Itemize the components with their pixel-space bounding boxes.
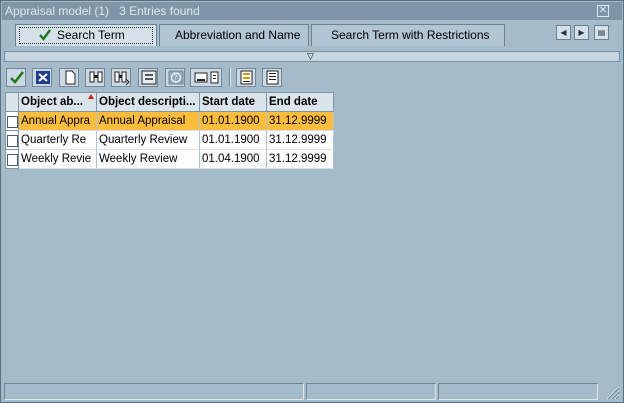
toolbar: ? [4,65,620,89]
column-header-label: Object ab... [21,96,83,108]
row-selector[interactable] [5,111,19,131]
tab-search-term-with-restrictions[interactable]: Search Term with Restrictions [311,24,505,46]
dialog-window: Appraisal model (1) 3 Entries found ✕ Se… [0,0,624,403]
row-checkbox[interactable] [7,116,18,128]
tab-list-icon: ▤ [597,28,606,37]
print-button[interactable] [190,68,222,87]
cell-end-date[interactable]: 31.12.9999 [266,130,334,150]
cell-start-date[interactable]: 01.04.1900 [199,149,267,169]
new-document-icon [65,70,76,85]
select-all-cell[interactable] [5,92,19,112]
find-icon [89,71,103,83]
sort-ascending-icon [88,94,94,99]
table-row[interactable]: Annual Appra Annual Appraisal 01.01.1900… [5,111,334,131]
svg-text:?: ? [174,74,178,83]
entries-found-text: 3 Entries found [119,4,200,18]
tab-strip: Search Term Abbreviation and Name Search… [2,20,622,48]
chevron-right-icon: ▶ [578,28,585,37]
row-checkbox[interactable] [7,135,18,147]
cancel-icon [36,71,50,84]
restrictions-splitter[interactable]: ▽ [4,51,620,62]
table-header-row: Object ab... Object descripti... Start d… [5,92,334,112]
cancel-button[interactable] [32,68,52,87]
checkmark-icon [10,71,25,84]
checkmark-icon [39,29,51,41]
print-icon [194,71,219,84]
tab-label: Abbreviation and Name [175,28,301,42]
column-header-label: End date [269,96,318,108]
find-next-button[interactable] [111,68,131,87]
help-button[interactable]: ? [165,68,185,87]
tab-label: Search Term with Restrictions [331,28,490,42]
close-icon[interactable]: ✕ [597,5,609,17]
row-checkbox[interactable] [7,154,18,166]
row-selector[interactable] [5,149,19,169]
status-field-2 [306,383,436,400]
cell-object-description[interactable]: Annual Appraisal [96,111,200,131]
cell-end-date[interactable]: 31.12.9999 [266,149,334,169]
new-entry-button[interactable] [59,68,79,87]
status-bar [2,383,622,401]
expand-arrow-icon[interactable]: ▽ [307,52,314,61]
window-title-text: Appraisal model (1) [5,4,110,18]
help-icon: ? [168,70,184,85]
tab-prev-button[interactable]: ◀ [556,25,571,40]
column-header-label: Object descripti... [99,96,196,108]
sort-icon [141,70,157,85]
window-title: Appraisal model (1) 3 Entries found [5,4,200,18]
find-next-icon [114,71,130,85]
cell-start-date[interactable]: 01.01.1900 [199,130,267,150]
cell-object-abbreviation[interactable]: Weekly Revie [18,149,97,169]
select-layout-button[interactable] [236,68,256,87]
status-field-3 [438,383,598,400]
column-header-start-date[interactable]: Start date [199,92,267,112]
tab-next-button[interactable]: ▶ [574,25,589,40]
cell-end-date[interactable]: 31.12.9999 [266,111,334,131]
column-header-object-abbreviation[interactable]: Object ab... [18,92,97,112]
table-row[interactable]: Quarterly Re Quarterly Review 01.01.1900… [5,130,334,150]
cell-object-description[interactable]: Quarterly Review [96,130,200,150]
continue-button[interactable] [6,68,26,87]
cell-object-description[interactable]: Weekly Review [96,149,200,169]
status-message-field [4,383,304,400]
results-table: Object ab... Object descripti... Start d… [5,92,334,169]
cell-object-abbreviation[interactable]: Annual Appra [18,111,97,131]
column-header-label: Start date [202,96,256,108]
tab-search-term[interactable]: Search Term [15,24,157,46]
tab-label: Search Term [57,28,125,42]
column-header-object-description[interactable]: Object descripti... [96,92,200,112]
toolbar-separator [229,68,231,87]
tab-abbreviation-and-name[interactable]: Abbreviation and Name [159,24,309,46]
select-layout-icon [240,70,253,85]
find-button[interactable] [85,68,105,87]
sort-button[interactable] [138,68,158,87]
chevron-left-icon: ◀ [560,28,567,37]
column-header-end-date[interactable]: End date [266,92,334,112]
tab-list-button[interactable]: ▤ [594,25,609,40]
title-bar: Appraisal model (1) 3 Entries found ✕ [2,2,622,20]
resize-grip-icon[interactable] [604,385,620,399]
table-row[interactable]: Weekly Revie Weekly Review 01.04.1900 31… [5,149,334,169]
cell-start-date[interactable]: 01.01.1900 [199,111,267,131]
cell-object-abbreviation[interactable]: Quarterly Re [18,130,97,150]
save-layout-icon [266,70,279,85]
save-layout-button[interactable] [262,68,282,87]
row-selector[interactable] [5,130,19,150]
